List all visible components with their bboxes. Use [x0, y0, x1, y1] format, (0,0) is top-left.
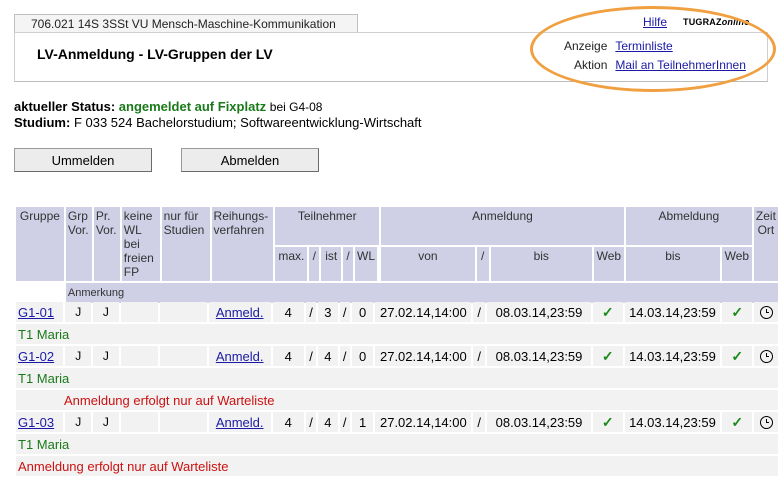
header-max: max. — [275, 247, 308, 281]
groups-table: Gruppe Grp Vor. Pr. Vor. keine WL bei fr… — [14, 205, 780, 305]
pr-vor-value: J — [93, 412, 119, 432]
header-reihung: Reihungs-verfahren — [211, 207, 274, 281]
group-link[interactable]: G1-01 — [18, 305, 54, 320]
header-abm-web: Web — [721, 247, 752, 281]
grp-vor-value: J — [65, 302, 92, 322]
header-abm-bis: bis — [625, 247, 720, 281]
header-bis: bis — [490, 247, 592, 281]
web-check-icon: ✓ — [592, 302, 623, 322]
ist-value: 4 — [317, 412, 338, 432]
groups-rows: G1-01 J J Anmeld. 4 / 3 / 0 27.02.14,14:… — [14, 300, 780, 478]
header-teilnehmer: Teilnehmer — [275, 207, 380, 245]
waitlist-note: Anmeldung erfolgt nur auf Warteliste — [16, 456, 778, 476]
bis-value: 08.03.14,23:59 — [487, 302, 591, 322]
status-group: bei G4-08 — [269, 100, 323, 114]
wl-value: 1 — [351, 412, 374, 432]
status-value: angemeldet auf Fixplatz — [118, 99, 267, 114]
slash: / — [473, 346, 486, 366]
header-slash: / — [343, 247, 354, 281]
slash: / — [339, 412, 350, 432]
terminliste-link[interactable]: Terminliste — [615, 39, 672, 53]
abm-web-check-icon: ✓ — [722, 302, 753, 322]
pr-vor-value: J — [93, 346, 119, 366]
teacher-name: T1 Maria — [16, 434, 778, 454]
pr-vor-value: J — [93, 302, 119, 322]
header-zeit-ort: Zeit Ort — [753, 207, 778, 281]
reihung-link[interactable]: Anmeld. — [216, 415, 264, 430]
header-ist: ist — [321, 247, 342, 281]
page-title: LV-Anmeldung - LV-Gruppen der LV — [37, 46, 273, 62]
status-label: aktueller Status: — [14, 99, 116, 114]
abm-web-check-icon: ✓ — [722, 412, 753, 432]
reihung-link[interactable]: Anmeld. — [216, 305, 264, 320]
header-keine-wl: keine WL bei freien FP — [121, 207, 160, 281]
bis-value: 08.03.14,23:59 — [487, 346, 591, 366]
mail-teilnehmer-link[interactable]: Mail an TeilnehmerInnen — [615, 58, 746, 72]
max-value: 4 — [272, 412, 305, 432]
bis-value: 08.03.14,23:59 — [487, 412, 591, 432]
course-tab[interactable]: 706.021 14S 3SSt VU Mensch-Maschine-Komm… — [14, 14, 358, 32]
reihung-link[interactable]: Anmeld. — [216, 349, 264, 364]
waitlist-note: Anmeldung erfolgt nur auf Warteliste — [16, 390, 778, 410]
logo-online-text: online — [721, 17, 750, 27]
ist-value: 4 — [317, 346, 338, 366]
web-check-icon: ✓ — [592, 412, 623, 432]
wl-value: 0 — [351, 302, 374, 322]
action-table: Anzeige Terminliste Aktion Mail an Teiln… — [560, 36, 750, 74]
status-block: aktueller Status: angemeldet auf Fixplat… — [14, 99, 422, 131]
header-slash: / — [476, 247, 489, 281]
status-line: aktueller Status: angemeldet auf Fixplat… — [14, 99, 422, 115]
web-check-icon: ✓ — [592, 346, 623, 366]
slash: / — [306, 302, 316, 322]
slash: / — [473, 302, 486, 322]
header-wl: WL — [355, 247, 378, 281]
abm-bis-value: 14.03.14,23:59 — [624, 412, 721, 432]
header-web: Web — [593, 247, 624, 281]
group-link[interactable]: G1-02 — [18, 349, 54, 364]
slash: / — [339, 302, 350, 322]
von-value: 27.02.14,14:00 — [375, 302, 472, 322]
clock-icon[interactable] — [759, 350, 773, 364]
tugraz-online-logo[interactable]: TUGRAZonline — [683, 17, 749, 27]
help-link[interactable]: Hilfe — [643, 15, 667, 29]
header-abmeldung: Abmeldung — [625, 207, 752, 245]
ist-value: 3 — [317, 302, 338, 322]
max-value: 4 — [272, 302, 305, 322]
wl-value: 0 — [351, 346, 374, 366]
clock-icon[interactable] — [759, 306, 773, 320]
max-value: 4 — [272, 346, 305, 366]
ummelden-button[interactable]: Ummelden — [14, 148, 152, 172]
studium-value: F 033 524 Bachelorstudium; Softwareentwi… — [73, 115, 422, 130]
clock-icon[interactable] — [759, 416, 773, 430]
von-value: 27.02.14,14:00 — [375, 412, 472, 432]
header-slash: / — [309, 247, 320, 281]
header-pr-vor: Pr. Vor. — [93, 207, 120, 281]
slash: / — [306, 346, 316, 366]
grp-vor-value: J — [65, 346, 92, 366]
studium-label: Studium: — [14, 115, 71, 130]
von-value: 27.02.14,14:00 — [375, 346, 472, 366]
header-nur-fuer: nur für Studien — [161, 207, 210, 281]
abm-bis-value: 14.03.14,23:59 — [624, 302, 721, 322]
teacher-name: T1 Maria — [16, 324, 778, 344]
slash: / — [306, 412, 316, 432]
slash: / — [473, 412, 486, 432]
header-grp-vor: Grp Vor. — [65, 207, 92, 281]
teacher-name: T1 Maria — [16, 368, 778, 388]
grp-vor-value: J — [65, 412, 92, 432]
abm-bis-value: 14.03.14,23:59 — [624, 346, 721, 366]
group-link[interactable]: G1-03 — [18, 415, 54, 430]
aktion-label: Aktion — [574, 57, 608, 72]
logo-main-text: TUGRAZ — [683, 17, 722, 27]
abm-web-check-icon: ✓ — [722, 346, 753, 366]
header-gruppe: Gruppe — [16, 207, 64, 281]
header-von: von — [381, 247, 475, 281]
anzeige-label: Anzeige — [564, 38, 608, 53]
abmelden-button[interactable]: Abmelden — [181, 148, 319, 172]
slash: / — [339, 346, 350, 366]
header-anmeldung: Anmeldung — [381, 207, 624, 245]
studium-line: Studium: F 033 524 Bachelorstudium; Soft… — [14, 115, 422, 131]
